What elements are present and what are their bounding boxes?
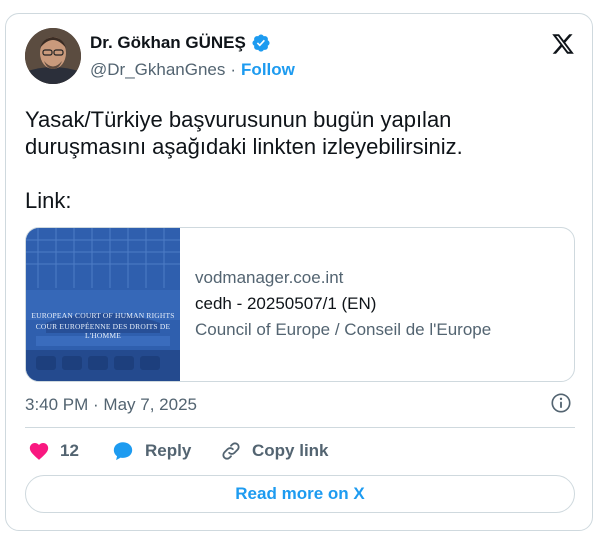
copy-link-button[interactable]: Copy link: [220, 440, 329, 462]
tweet-timestamp[interactable]: 3:40 PM · May 7, 2025: [25, 395, 197, 415]
author-handle-row: @Dr_GkhanGnes · Follow: [90, 60, 295, 80]
heart-icon: [29, 443, 49, 460]
avatar-image: [25, 28, 81, 84]
copy-link-label: Copy link: [252, 441, 329, 460]
link-icon: [222, 442, 240, 460]
courtroom-image: [26, 228, 180, 381]
verified-badge-icon: [252, 34, 270, 52]
link-domain: vodmanager.coe.int: [195, 268, 344, 287]
tweet-text: Yasak/Türkiye başvurusunun bugün yapılan…: [25, 107, 463, 213]
link-title: cedh - 20250507/1 (EN): [195, 294, 377, 313]
thumbnail-caption-en: EUROPEAN COURT OF HUMAN RIGHTS: [31, 311, 175, 320]
author-name[interactable]: Dr. Gökhan GÜNEŞ: [90, 33, 246, 53]
link-preview-card[interactable]: EUROPEAN COURT OF HUMAN RIGHTS COUR EURO…: [25, 227, 575, 382]
like-button[interactable]: 12: [28, 440, 79, 462]
separator-dot: ·: [230, 60, 237, 79]
x-logo-icon[interactable]: [550, 32, 576, 56]
reply-label: Reply: [145, 441, 192, 460]
divider: [25, 427, 575, 428]
author-name-row: Dr. Gökhan GÜNEŞ: [90, 33, 271, 53]
avatar[interactable]: [25, 28, 81, 84]
author-handle[interactable]: @Dr_GkhanGnes: [90, 60, 225, 80]
reply-bubble-icon: [113, 442, 133, 461]
link-description: Council of Europe / Conseil de l'Europe: [195, 320, 492, 339]
tweet-embed-card: Dr. Gökhan GÜNEŞ @Dr_GkhanGnes · Follow …: [5, 13, 593, 531]
read-more-button[interactable]: Read more on X: [25, 475, 575, 513]
thumbnail-caption-fr: COUR EUROPÉENNE DES DROITS DE L'HOMME: [35, 322, 171, 340]
info-icon[interactable]: [550, 392, 572, 414]
like-count: 12: [60, 441, 79, 460]
follow-button[interactable]: Follow: [241, 60, 295, 80]
reply-button[interactable]: Reply: [111, 440, 191, 462]
link-preview-info: vodmanager.coe.int cedh - 20250507/1 (EN…: [180, 228, 491, 381]
link-preview-thumbnail: EUROPEAN COURT OF HUMAN RIGHTS COUR EURO…: [26, 228, 180, 381]
